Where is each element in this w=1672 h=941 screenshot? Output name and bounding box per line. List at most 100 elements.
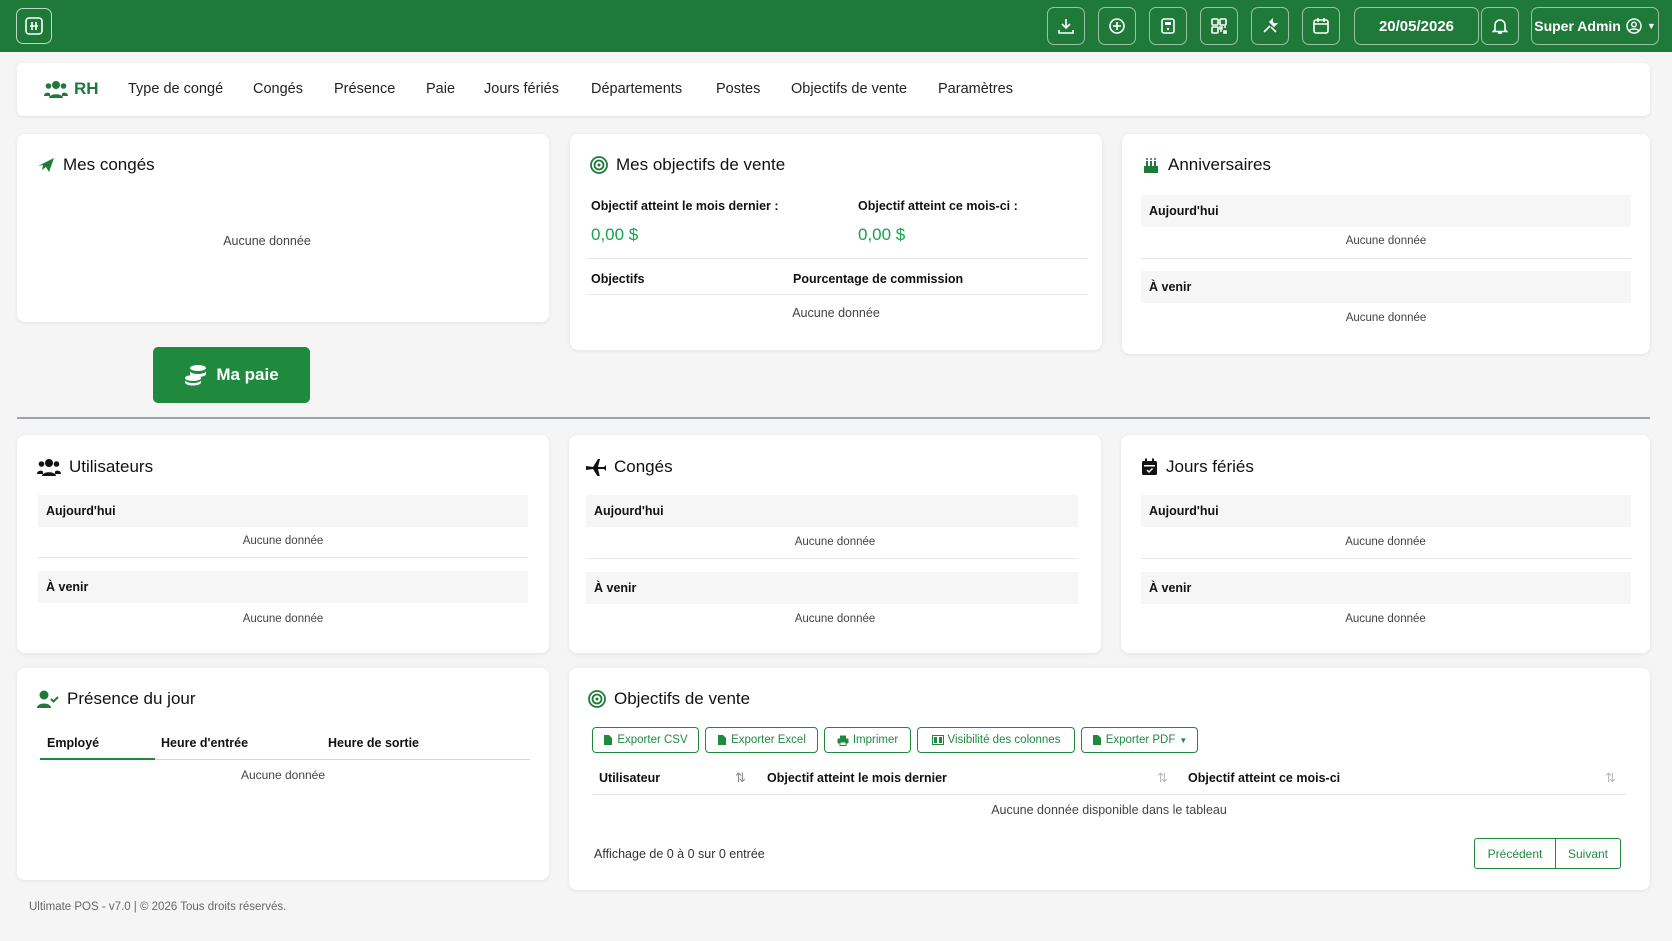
birthdays-upcoming-empty: Aucune donnée <box>1345 312 1427 324</box>
target-icon <box>590 156 608 174</box>
col-user[interactable]: Utilisateur <box>599 771 660 785</box>
printer-icon <box>837 735 849 746</box>
my-payslip-button[interactable]: Ma paie <box>153 347 310 403</box>
file-icon <box>604 735 613 745</box>
col-targets: Objectifs <box>591 272 645 286</box>
users-today-header: Aujourd'hui <box>38 495 528 527</box>
sales-targets-title: Objectifs de vente <box>588 689 750 709</box>
nav-item-departments[interactable]: Départements <box>591 81 682 97</box>
sort-icon[interactable]: ⇅ <box>1605 770 1616 786</box>
holidays-upcoming-empty: Aucune donnée <box>1345 613 1426 625</box>
my-sales-empty: Aucune donnée <box>792 306 880 320</box>
column-visibility-button[interactable]: Visibilité des colonnes <box>917 727 1075 753</box>
footer-text: Ultimate POS - v7.0 | © 2026 Tous droits… <box>29 901 287 913</box>
users-title: Utilisateurs <box>37 457 153 477</box>
previous-page-button[interactable]: Précédent <box>1474 838 1556 869</box>
print-button[interactable]: Imprimer <box>824 727 911 753</box>
plane-icon <box>586 459 606 476</box>
next-page-button[interactable]: Suivant <box>1556 838 1621 869</box>
export-csv-button[interactable]: Exporter CSV <box>592 727 699 753</box>
birthdays-today-empty: Aucune donnée <box>1345 235 1427 247</box>
sort-icon[interactable]: ⇅ <box>1157 770 1168 786</box>
col-employee[interactable]: Employé <box>47 736 99 750</box>
current-date-button[interactable]: 20/05/2026 <box>1354 7 1479 45</box>
divider <box>592 794 1626 795</box>
divider <box>587 294 1087 295</box>
this-month-value: 0,00 $ <box>858 225 906 244</box>
divider <box>1141 258 1631 259</box>
divider <box>1141 558 1631 559</box>
calendar-icon[interactable] <box>1302 7 1340 45</box>
divider <box>38 557 528 558</box>
plane-icon <box>38 158 54 172</box>
nav-brand-rh[interactable]: RH <box>44 79 99 99</box>
holidays-upcoming-header: À venir <box>1141 572 1631 604</box>
nav-item-designations[interactable]: Postes <box>716 81 760 97</box>
nav-item-holidays[interactable]: Jours fériés <box>484 81 559 97</box>
file-pdf-icon <box>1092 735 1101 745</box>
hr-navbar: RH Type de congé Congés Présence Paie Jo… <box>17 63 1650 116</box>
my-leaves-empty: Aucune donnée <box>223 234 311 248</box>
nav-item-settings[interactable]: Paramètres <box>938 81 1013 97</box>
user-name: Super Admin <box>1534 18 1621 34</box>
holidays-today-header: Aujourd'hui <box>1141 495 1631 527</box>
my-sales-targets-title: Mes objectifs de vente <box>590 155 785 175</box>
tools-icon[interactable] <box>1251 7 1289 45</box>
nav-item-sales-targets[interactable]: Objectifs de vente <box>791 81 907 97</box>
divider <box>586 558 1078 559</box>
last-month-label: Objectif atteint le mois dernier : <box>591 199 779 213</box>
col-check-in[interactable]: Heure d'entrée <box>161 736 248 750</box>
table-info: Affichage de 0 à 0 sur 0 entrée <box>594 847 765 861</box>
col-this-month-target[interactable]: Objectif atteint ce mois-ci <box>1188 771 1340 785</box>
attendance-empty: Aucune donnée <box>240 768 326 782</box>
chevron-down-icon: ▼ <box>1646 21 1656 31</box>
holidays-title: Jours fériés <box>1141 457 1254 477</box>
export-excel-button[interactable]: Exporter Excel <box>705 727 818 753</box>
leaves-card: Congés Aujourd'hui Aucune donnée À venir… <box>569 435 1101 653</box>
leaves-today-header: Aujourd'hui <box>586 495 1078 527</box>
user-menu-button[interactable]: Super Admin ▼ <box>1531 7 1659 45</box>
birthdays-today-header: Aujourd'hui <box>1141 195 1631 227</box>
leaves-upcoming-header: À venir <box>586 572 1078 604</box>
app-logo-icon <box>25 17 43 35</box>
sort-icon[interactable]: ⇅ <box>735 770 746 786</box>
birthdays-upcoming-header: À venir <box>1141 271 1631 303</box>
grid-icon[interactable] <box>1200 7 1238 45</box>
leaves-today-empty: Aucune donnée <box>794 536 876 548</box>
nav-item-payroll[interactable]: Paie <box>426 81 455 97</box>
col-commission: Pourcentage de commission <box>793 272 964 286</box>
file-excel-icon <box>718 735 727 745</box>
download-icon[interactable] <box>1047 7 1085 45</box>
add-circle-icon[interactable] <box>1098 7 1136 45</box>
nav-brand-label: RH <box>74 79 99 98</box>
attendance-card: Présence du jour Employé Heure d'entrée … <box>17 668 549 880</box>
users-today-empty: Aucune donnée <box>242 535 324 547</box>
top-bar: 20/05/2026 Super Admin ▼ <box>0 0 1672 52</box>
holidays-today-empty: Aucune donnée <box>1345 536 1426 548</box>
calendar-icon <box>1142 458 1157 475</box>
section-divider <box>17 417 1650 419</box>
my-leaves-card: Mes congés Aucune donnée <box>17 134 549 322</box>
this-month-label: Objectif atteint ce mois-ci : <box>858 199 1018 213</box>
users-upcoming-empty: Aucune donnée <box>242 613 324 625</box>
my-leaves-title: Mes congés <box>37 155 155 175</box>
bell-icon[interactable] <box>1481 7 1519 45</box>
users-icon <box>44 81 68 98</box>
sales-targets-empty: Aucune donnée disponible dans le tableau <box>991 803 1227 817</box>
user-check-icon <box>37 690 59 708</box>
col-last-month-target[interactable]: Objectif atteint le mois dernier <box>767 771 947 785</box>
calculator-icon[interactable] <box>1149 7 1187 45</box>
users-upcoming-header: À venir <box>38 571 528 603</box>
nav-item-attendance[interactable]: Présence <box>334 81 395 97</box>
my-sales-targets-card: Mes objectifs de vente Objectif atteint … <box>570 134 1102 350</box>
users-card: Utilisateurs Aujourd'hui Aucune donnée À… <box>17 435 549 653</box>
attendance-title: Présence du jour <box>37 689 196 709</box>
app-logo-button[interactable] <box>16 8 52 44</box>
divider <box>587 258 1087 259</box>
export-pdf-button[interactable]: Exporter PDF ▼ <box>1081 727 1198 753</box>
birthdays-title: Anniversaires <box>1142 155 1271 175</box>
nav-item-leave-type[interactable]: Type de congé <box>128 81 223 97</box>
col-check-out[interactable]: Heure de sortie <box>328 736 419 750</box>
coins-icon <box>185 365 207 386</box>
nav-item-leaves[interactable]: Congés <box>253 81 303 97</box>
